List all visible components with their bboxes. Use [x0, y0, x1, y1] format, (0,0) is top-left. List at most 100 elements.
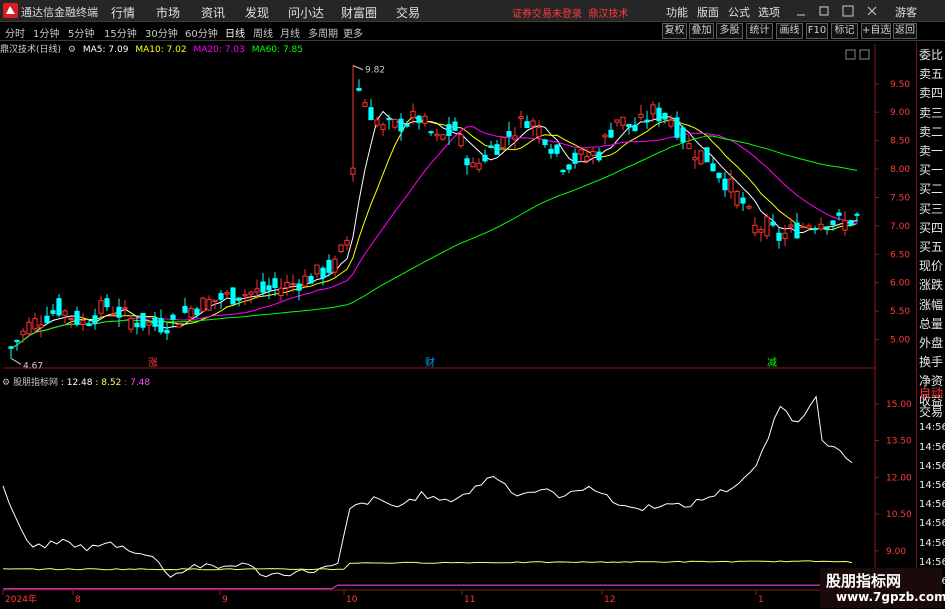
candle-body: [566, 164, 572, 170]
collapse-icon[interactable]: [859, 49, 870, 60]
candle-body: [668, 119, 674, 127]
kline-chart[interactable]: 5.00 5.50 6.00 6.50 7.00 7.50 8.00 8.50 9.00 9.50…: [0, 0, 945, 609]
side-panel-item: 14:56: [919, 441, 945, 453]
side-panel-item: 买二: [919, 182, 944, 197]
menu-jiaoyi[interactable]: 交易: [396, 4, 420, 21]
settings-gear-icon[interactable]: ⚙: [68, 45, 76, 55]
candle-body: [140, 312, 146, 328]
side-panel-item[interactable]: 交易: [919, 403, 943, 420]
candle-body: [506, 131, 512, 137]
side-panel-item: 卖四: [919, 86, 944, 101]
tab-fenshi[interactable]: 分时: [5, 25, 25, 40]
candle-body: [680, 127, 686, 143]
candle-body: [344, 239, 350, 246]
huaxian-button[interactable]: 画线: [776, 23, 803, 39]
candle-body: [452, 121, 458, 131]
tab-30min[interactable]: 30分钟: [145, 25, 178, 40]
menu-xuanxiang[interactable]: 选项: [758, 4, 780, 20]
maximize-icon[interactable]: [842, 5, 854, 17]
back-button[interactable]: 返回: [893, 23, 917, 39]
diejia-button[interactable]: 叠加: [689, 23, 714, 39]
side-panel-item: 14:56: [919, 460, 945, 472]
candle-body: [254, 288, 260, 293]
restore-icon[interactable]: [818, 5, 830, 17]
candle-body: [296, 283, 302, 291]
candle-body: [788, 224, 794, 228]
menu-wenxiaoda[interactable]: 问小达: [288, 4, 324, 21]
tab-5min[interactable]: 5分钟: [68, 25, 94, 40]
duogu-button[interactable]: 多股: [716, 23, 743, 39]
tab-monthly[interactable]: 月线: [280, 25, 300, 40]
f10-button[interactable]: F10: [806, 23, 828, 39]
menu-gongneng[interactable]: 功能: [666, 4, 688, 20]
menu-banmian[interactable]: 版面: [697, 4, 719, 20]
candle-body: [152, 317, 158, 327]
menu-caifuquan[interactable]: 财富圈: [341, 4, 377, 21]
tab-15min[interactable]: 15分钟: [104, 25, 137, 40]
tab-more[interactable]: 更多: [343, 25, 363, 40]
candle-body: [386, 117, 392, 121]
close-icon[interactable]: [866, 5, 878, 17]
candle-body: [524, 121, 530, 128]
candle-body: [656, 107, 662, 122]
menu-gongshi[interactable]: 公式: [728, 4, 750, 20]
candle-body: [854, 213, 860, 216]
add-favorite-button[interactable]: +自选: [861, 23, 891, 39]
candle-body: [434, 133, 440, 137]
low-price-label: 4.67: [23, 361, 43, 371]
candle-body: [314, 264, 320, 275]
candle-body: [572, 152, 578, 164]
menu-faxian[interactable]: 发现: [245, 4, 269, 21]
tab-60min[interactable]: 60分钟: [185, 25, 218, 40]
tab-daily[interactable]: 日线: [225, 25, 245, 40]
candle-body: [164, 329, 170, 334]
candle-body: [44, 315, 50, 324]
candle-body: [182, 305, 188, 313]
menu-shichang[interactable]: 市场: [156, 4, 180, 21]
tab-multi-period[interactable]: 多周期: [308, 25, 338, 40]
candle-body: [560, 169, 566, 173]
price-tick-label: 7.00: [890, 222, 910, 232]
candle-body: [746, 206, 752, 209]
candle-body: [86, 323, 92, 327]
menu-hangqing[interactable]: 行情: [111, 4, 135, 21]
candle-body: [662, 112, 668, 120]
candle-body: [350, 167, 356, 175]
price-tick-label: 8.00: [890, 165, 910, 175]
ma10-line: [10, 115, 858, 349]
candle-body: [554, 144, 560, 154]
tongji-button[interactable]: 统计: [746, 23, 773, 39]
candle-body: [704, 147, 710, 163]
candle-body: [428, 131, 434, 134]
guest-user[interactable]: 游客: [895, 4, 917, 20]
indicator-value-2: : 8.52: [95, 378, 122, 388]
candle-body: [500, 136, 506, 149]
minimize-icon[interactable]: [795, 5, 807, 17]
candle-body: [110, 313, 116, 316]
indicator-gear-icon[interactable]: ⚙: [2, 378, 10, 388]
candle-body: [608, 129, 614, 138]
price-tick-label: 9.50: [890, 80, 910, 90]
menu-zixun[interactable]: 资讯: [201, 4, 225, 21]
tab-weekly[interactable]: 周线: [253, 25, 273, 40]
candle-body: [614, 119, 620, 123]
candle-body: [188, 307, 194, 318]
date-tick-label: 2024年: [5, 593, 37, 605]
fuquan-button[interactable]: 复权: [662, 23, 687, 39]
side-panel-item: 14:56: [919, 537, 945, 549]
tab-1min[interactable]: 1分钟: [33, 25, 59, 40]
candle-body: [518, 116, 524, 120]
indicator-value-3: : 7.48: [124, 378, 151, 388]
candle-body: [824, 226, 830, 230]
login-notice[interactable]: 证券交易未登录: [512, 9, 582, 20]
candle-body: [542, 139, 548, 146]
ma5-line: [10, 110, 858, 349]
candle-body: [812, 228, 818, 231]
side-panel-item[interactable]: 自动: [919, 384, 943, 401]
biaoji-button[interactable]: 标记: [831, 23, 858, 39]
candle-body: [398, 118, 404, 132]
expand-icon[interactable]: [845, 49, 856, 60]
price-tick-label: 8.50: [890, 137, 910, 147]
candle-body: [98, 300, 104, 314]
candle-body: [104, 298, 110, 308]
